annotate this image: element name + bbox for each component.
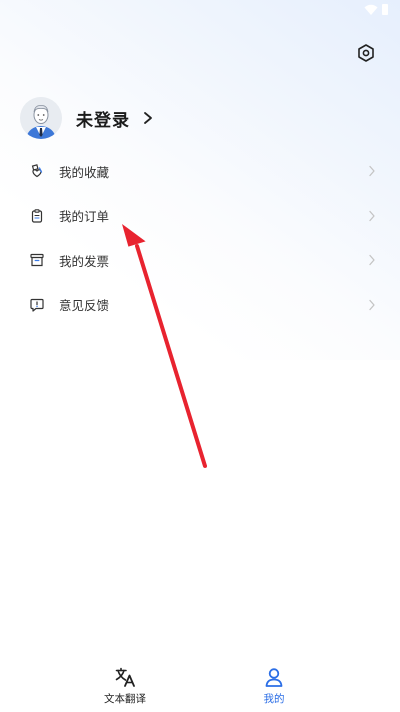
battery-icon bbox=[382, 4, 388, 15]
status-bar bbox=[0, 0, 400, 22]
chevron-right-icon bbox=[369, 299, 375, 310]
orders-clipboard-icon bbox=[31, 208, 43, 223]
menu-item-invoices[interactable]: 我的发票 bbox=[0, 238, 400, 283]
menu-item-label: 我的发票 bbox=[59, 253, 110, 269]
tab-label: 文本翻译 bbox=[104, 693, 146, 705]
feedback-chat-icon bbox=[30, 298, 44, 312]
menu-item-label: 我的订单 bbox=[59, 209, 110, 225]
bottom-tab-bar: 文本翻译 我的 bbox=[0, 660, 400, 712]
translate-icon bbox=[115, 667, 135, 687]
tab-text-translate[interactable]: 文本翻译 bbox=[85, 666, 165, 706]
settings-hexagon-icon[interactable] bbox=[355, 42, 377, 64]
menu-item-orders[interactable]: 我的订单 bbox=[0, 194, 400, 239]
favorites-icon bbox=[31, 164, 43, 178]
wifi-icon bbox=[364, 4, 378, 15]
invoice-box-icon bbox=[30, 254, 44, 267]
tab-mine[interactable]: 我的 bbox=[234, 666, 314, 706]
default-avatar-icon bbox=[20, 97, 62, 139]
menu-item-label: 意见反馈 bbox=[59, 298, 110, 314]
chevron-right-icon bbox=[369, 166, 375, 177]
menu-item-feedback[interactable]: 意见反馈 bbox=[0, 283, 400, 328]
login-profile[interactable]: 未登录 bbox=[20, 96, 154, 140]
chevron-right-icon bbox=[369, 255, 375, 266]
chevron-right-icon bbox=[369, 210, 375, 221]
person-icon bbox=[265, 668, 283, 687]
tab-label: 我的 bbox=[263, 693, 285, 705]
menu-item-favorites[interactable]: 我的收藏 bbox=[0, 149, 400, 194]
menu-list: 我的收藏 我的订单 我的发票 意见反馈 bbox=[0, 149, 400, 327]
chevron-right-icon bbox=[144, 112, 152, 124]
login-status-text: 未登录 bbox=[76, 110, 130, 131]
menu-item-label: 我的收藏 bbox=[59, 164, 110, 180]
